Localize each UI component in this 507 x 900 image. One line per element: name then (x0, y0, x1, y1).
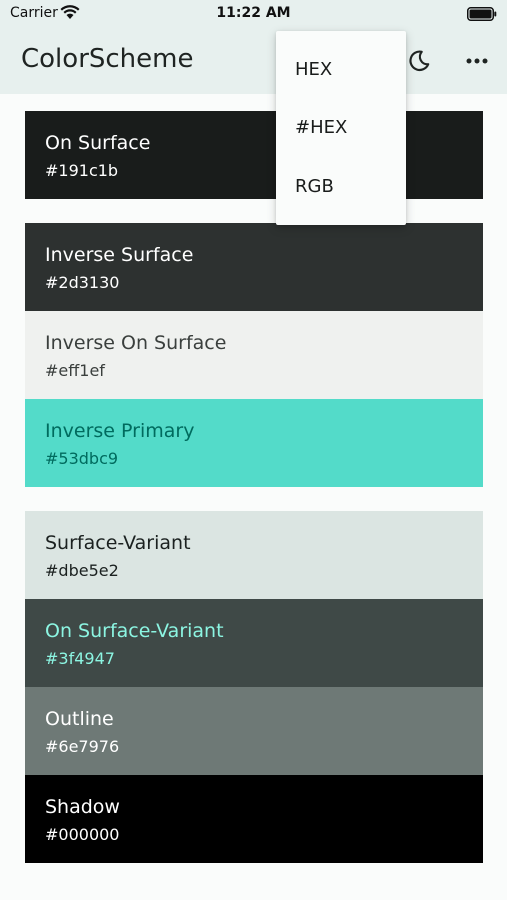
more-options-button[interactable] (462, 46, 492, 76)
swatch-hex: #53dbc9 (45, 449, 119, 468)
swatch-shadow[interactable]: Shadow #000000 (25, 775, 483, 863)
theme-toggle-button[interactable] (404, 46, 434, 76)
swatch-name: Inverse On Surface (45, 332, 227, 354)
swatch-hex: #6e7976 (45, 737, 120, 756)
moon-icon (409, 50, 430, 72)
swatch-on-surface-variant[interactable]: On Surface-Variant #3f4947 (25, 599, 483, 687)
clock: 11:22 AM (216, 5, 291, 21)
swatch-name: Surface-Variant (45, 532, 191, 554)
swatch-inverse-on-surface[interactable]: Inverse On Surface #eff1ef (25, 311, 483, 399)
swatch-surface-variant[interactable]: Surface-Variant #dbe5e2 (25, 511, 483, 599)
menu-item-hex[interactable]: HEX (276, 41, 406, 99)
menu-item-rgb[interactable]: RGB (276, 158, 406, 216)
swatch-hex: #eff1ef (45, 361, 105, 380)
menu-item-hash-hex[interactable]: #HEX (276, 99, 406, 157)
swatch-inverse-surface[interactable]: Inverse Surface #2d3130 (25, 223, 483, 311)
color-group-surface: On Surface #191c1b (25, 111, 483, 199)
swatch-hex: #000000 (45, 825, 120, 844)
swatch-name: Shadow (45, 796, 120, 818)
color-group-variant: Surface-Variant #dbe5e2 On Surface-Varia… (25, 511, 483, 863)
status-bar: Carrier 11:22 AM (0, 0, 507, 30)
format-menu: HEX #HEX RGB (276, 31, 406, 225)
swatch-hex: #dbe5e2 (45, 561, 119, 580)
swatch-name: On Surface (45, 132, 151, 154)
battery-icon (467, 7, 497, 21)
swatch-outline[interactable]: Outline #6e7976 (25, 687, 483, 775)
more-horizontal-icon (466, 58, 488, 64)
swatch-on-surface[interactable]: On Surface #191c1b (25, 111, 483, 199)
swatch-name: Inverse Surface (45, 244, 194, 266)
swatch-name: On Surface-Variant (45, 620, 224, 642)
page-title: ColorScheme (21, 44, 194, 74)
swatch-hex: #3f4947 (45, 649, 115, 668)
color-group-inverse: Inverse Surface #2d3130 Inverse On Surfa… (25, 223, 483, 487)
swatch-hex: #2d3130 (45, 273, 120, 292)
swatch-inverse-primary[interactable]: Inverse Primary #53dbc9 (25, 399, 483, 487)
swatch-hex: #191c1b (45, 161, 119, 180)
swatch-name: Inverse Primary (45, 420, 195, 442)
swatch-name: Outline (45, 708, 114, 730)
app-bar: ColorScheme (0, 30, 507, 94)
